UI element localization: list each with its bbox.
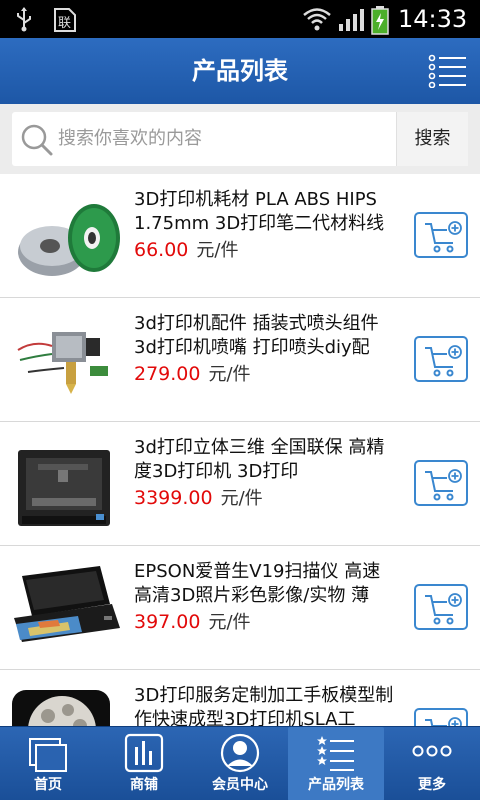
product-name: 3d打印立体三维 全国联保 高精度3D打印机 3D打印: [134, 437, 385, 482]
add-to-cart-button[interactable]: [414, 336, 468, 382]
header-bar: 产品列表: [0, 38, 480, 104]
nav-label: 会员中心: [212, 777, 268, 793]
product-price: 279.00: [134, 363, 201, 385]
list-menu-icon[interactable]: [428, 54, 468, 88]
usb-icon: [17, 7, 31, 32]
add-cart-icon: [425, 221, 462, 253]
product-name: 3D打印服务定制加工手板模型制作快速成型3D打印机SLA工: [134, 685, 394, 726]
scanner-image: [14, 566, 120, 642]
nav-label: 首页: [34, 777, 62, 793]
add-to-cart-button[interactable]: [414, 708, 468, 726]
status-time: 14:33: [398, 5, 468, 33]
search-bar: 搜索你喜欢的内容 搜索: [0, 104, 480, 174]
add-to-cart-button[interactable]: [414, 460, 468, 506]
add-cart-icon: [425, 469, 462, 501]
printed-model-image: [12, 690, 110, 726]
home-windows-icon: [29, 738, 67, 772]
product-list-icon: [317, 736, 354, 771]
add-cart-icon: [425, 593, 462, 625]
product-unit: 元/件: [208, 364, 251, 385]
store-chart-icon: [124, 733, 164, 773]
product-price-line: 3399.00 元/件: [134, 484, 263, 513]
nav-label: 产品列表: [308, 777, 364, 793]
product-list: 3D打印机耗材 PLA ABS HIPS 1.75mm 3D打印笔二代材料线 6…: [0, 174, 480, 726]
product-unit: 元/件: [196, 240, 239, 261]
search-icon: [21, 124, 53, 156]
list-item[interactable]: 3D打印服务定制加工手板模型制作快速成型3D打印机SLA工: [0, 670, 480, 726]
member-avatar-icon: [220, 733, 260, 773]
status-bar: 联 14:33: [0, 0, 480, 38]
wifi-icon: [303, 8, 331, 31]
search-button[interactable]: 搜索: [396, 112, 468, 166]
product-price-line: 66.00 元/件: [134, 236, 238, 265]
battery-charging-icon: [371, 6, 389, 35]
3d-printer-image: [18, 450, 110, 526]
nav-store[interactable]: 商铺: [96, 727, 192, 800]
list-item[interactable]: 3d打印立体三维 全国联保 高精度3D打印机 3D打印 3399.00 元/件: [0, 422, 480, 546]
nav-more[interactable]: 更多: [384, 727, 480, 800]
add-cart-icon: [425, 345, 462, 377]
page-title: 产品列表: [192, 57, 288, 85]
bottom-nav: 首页 商铺 会员中心 产品列表 更多: [0, 726, 480, 800]
nav-product-list[interactable]: 产品列表: [288, 727, 384, 800]
product-unit: 元/件: [208, 612, 251, 633]
nav-member-center[interactable]: 会员中心: [192, 727, 288, 800]
product-name: EPSON爱普生V19扫描仪 高速高清3D照片彩色影像/实物 薄: [134, 561, 381, 606]
product-price-line: 279.00 元/件: [134, 360, 251, 389]
add-to-cart-button[interactable]: [414, 212, 468, 258]
sim-icon: 联: [54, 8, 76, 32]
more-dots-icon: [412, 745, 452, 757]
search-input[interactable]: 搜索你喜欢的内容: [12, 112, 396, 166]
list-item[interactable]: 3D打印机耗材 PLA ABS HIPS 1.75mm 3D打印笔二代材料线 6…: [0, 174, 480, 298]
add-cart-icon: [425, 717, 462, 726]
add-to-cart-button[interactable]: [414, 584, 468, 630]
signal-icon: [339, 9, 364, 31]
nav-label: 更多: [418, 777, 446, 793]
list-item[interactable]: 3d打印机配件 插装式喷头组件 3d打印机喷嘴 打印喷头diy配 279.00 元…: [0, 298, 480, 422]
nav-home[interactable]: 首页: [0, 727, 96, 800]
product-price: 397.00: [134, 611, 201, 633]
product-unit: 元/件: [220, 488, 263, 509]
product-price: 3399.00: [134, 487, 213, 509]
product-price: 66.00: [134, 239, 189, 261]
product-price-line: 397.00 元/件: [134, 608, 251, 637]
svg-text:联: 联: [58, 16, 71, 31]
list-item[interactable]: EPSON爱普生V19扫描仪 高速高清3D照片彩色影像/实物 薄 397.00 元…: [0, 546, 480, 670]
search-placeholder: 搜索你喜欢的内容: [58, 128, 202, 149]
product-name: 3d打印机配件 插装式喷头组件 3d打印机喷嘴 打印喷头diy配: [134, 313, 379, 358]
extruder-assembly-image: [17, 332, 108, 394]
product-name: 3D打印机耗材 PLA ABS HIPS 1.75mm 3D打印笔二代材料线: [134, 189, 385, 234]
nav-label: 商铺: [130, 777, 158, 793]
filament-spool-image: [18, 204, 120, 276]
